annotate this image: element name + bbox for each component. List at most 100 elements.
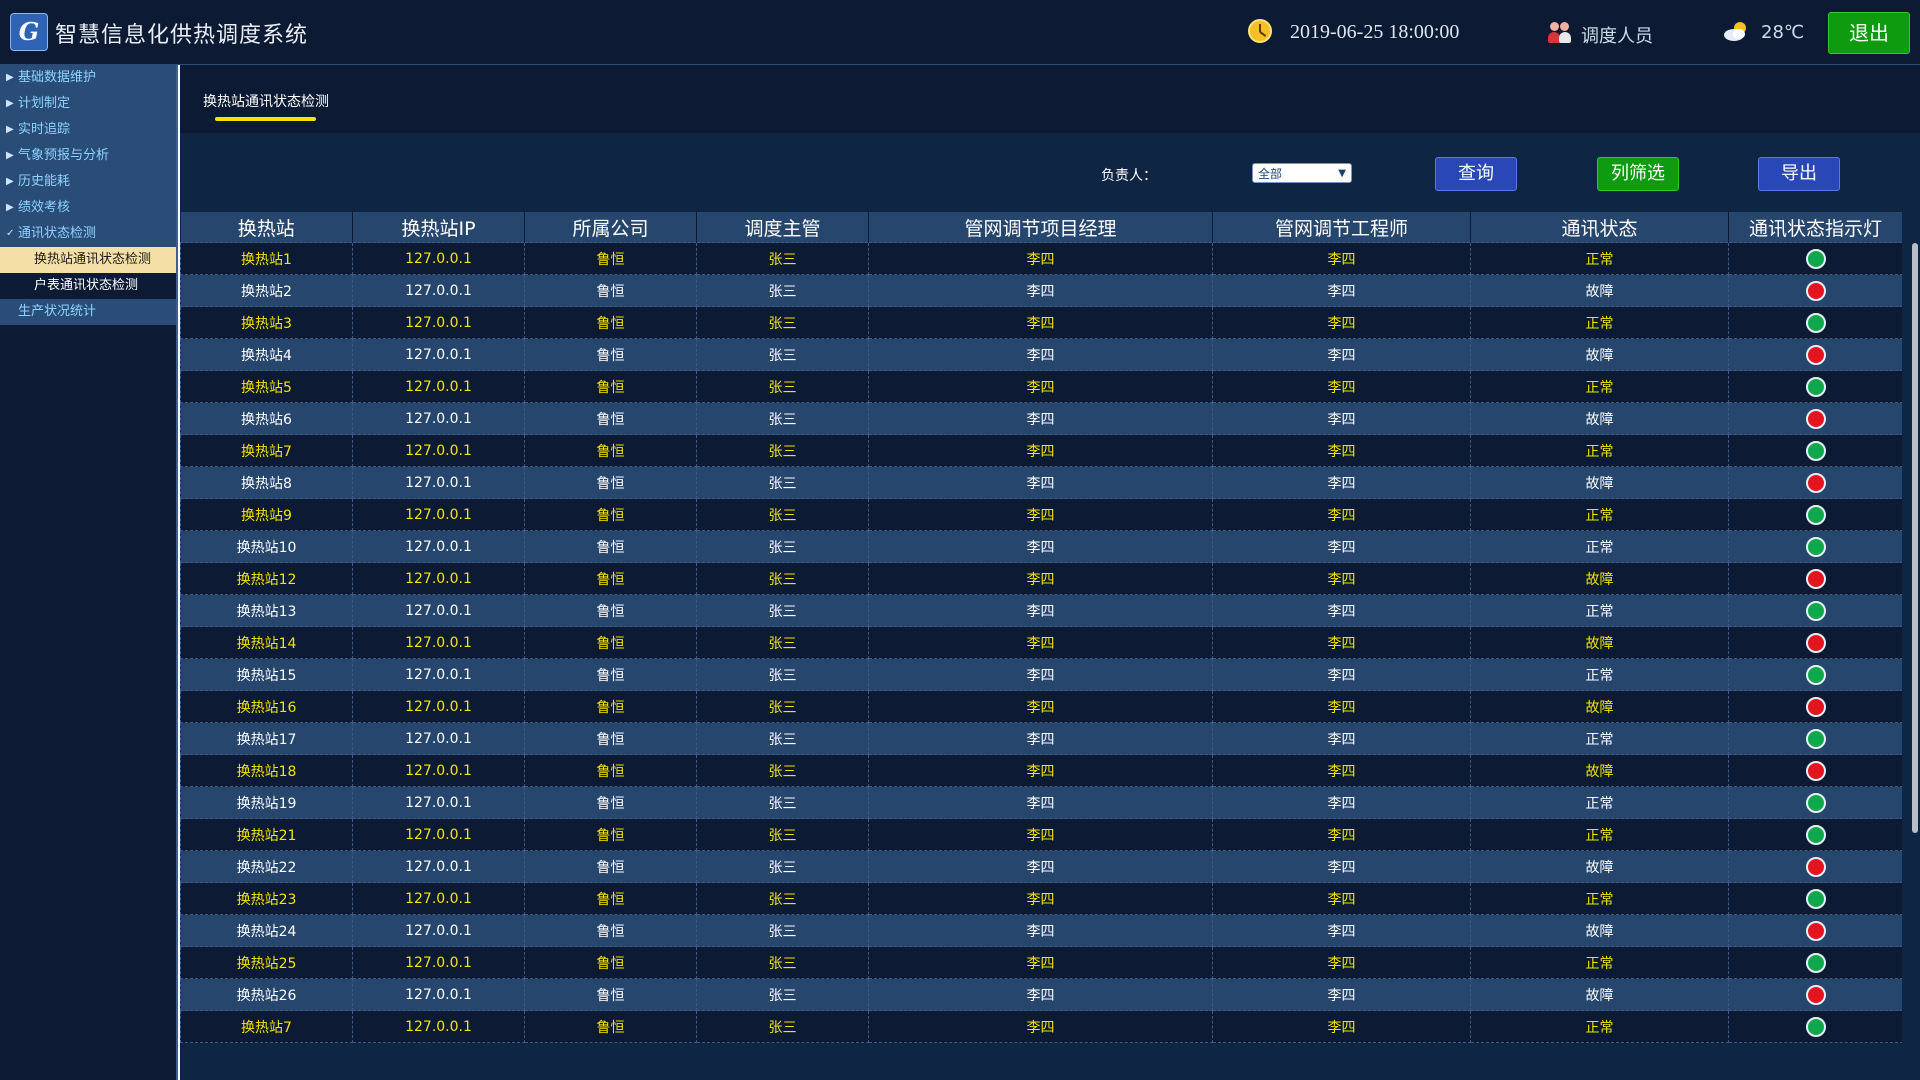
table-row[interactable]: 换热站8 127.0.0.1 鲁恒 张三 李四 李四 故障 (180, 466, 1902, 499)
table-row[interactable]: 换热站14 127.0.0.1 鲁恒 张三 李四 李四 故障 (180, 626, 1902, 659)
cell-supervisor: 张三 (696, 402, 869, 435)
cell-engineer: 李四 (1212, 466, 1471, 499)
column-header[interactable]: 换热站 (180, 212, 353, 243)
table-row[interactable]: 换热站21 127.0.0.1 鲁恒 张三 李四 李四 正常 (180, 818, 1902, 851)
table-row[interactable]: 换热站19 127.0.0.1 鲁恒 张三 李四 李四 正常 (180, 786, 1902, 819)
table-row[interactable]: 换热站1 127.0.0.1 鲁恒 张三 李四 李四 正常 (180, 242, 1902, 275)
cell-station: 换热站21 (180, 818, 353, 851)
table-row[interactable]: 换热站10 127.0.0.1 鲁恒 张三 李四 李四 正常 (180, 530, 1902, 563)
cell-company: 鲁恒 (524, 978, 697, 1011)
table-row[interactable]: 换热站9 127.0.0.1 鲁恒 张三 李四 李四 正常 (180, 498, 1902, 531)
sidebar-item-production-stats[interactable]: 生产状况统计 (0, 299, 176, 325)
cell-status-light (1728, 434, 1902, 467)
cell-ip: 127.0.0.1 (352, 242, 525, 275)
sidebar-item-comm-status[interactable]: ✓ 通讯状态检测 (0, 221, 176, 247)
logout-button[interactable]: 退出 (1828, 12, 1910, 54)
table-row[interactable]: 换热站7 127.0.0.1 鲁恒 张三 李四 李四 正常 (180, 434, 1902, 467)
cell-company: 鲁恒 (524, 882, 697, 915)
table-row[interactable]: 换热站3 127.0.0.1 鲁恒 张三 李四 李四 正常 (180, 306, 1902, 339)
cell-status-light (1728, 978, 1902, 1011)
cell-ip: 127.0.0.1 (352, 466, 525, 499)
column-filter-button[interactable]: 列筛选 (1597, 157, 1679, 191)
cell-status: 正常 (1470, 498, 1729, 531)
table-row[interactable]: 换热站7 127.0.0.1 鲁恒 张三 李四 李四 正常 (180, 1010, 1902, 1043)
cell-ip: 127.0.0.1 (352, 402, 525, 435)
status-light-green-icon (1805, 312, 1826, 333)
table-row[interactable]: 换热站15 127.0.0.1 鲁恒 张三 李四 李四 正常 (180, 658, 1902, 691)
cell-engineer: 李四 (1212, 274, 1471, 307)
cell-company: 鲁恒 (524, 946, 697, 979)
column-header[interactable]: 通讯状态指示灯 (1728, 212, 1902, 243)
cell-engineer: 李四 (1212, 242, 1471, 275)
table-row[interactable]: 换热站13 127.0.0.1 鲁恒 张三 李四 李四 正常 (180, 594, 1902, 627)
cell-engineer: 李四 (1212, 434, 1471, 467)
cell-supervisor: 张三 (696, 818, 869, 851)
column-header[interactable]: 通讯状态 (1470, 212, 1729, 243)
table-row[interactable]: 换热站17 127.0.0.1 鲁恒 张三 李四 李四 正常 (180, 722, 1902, 755)
table-row[interactable]: 换热站22 127.0.0.1 鲁恒 张三 李四 李四 故障 (180, 850, 1902, 883)
cell-manager: 李四 (868, 306, 1213, 339)
cell-supervisor: 张三 (696, 722, 869, 755)
column-header[interactable]: 换热站IP (352, 212, 525, 243)
owner-filter-select[interactable]: 全部 ▼ (1252, 163, 1352, 183)
status-light-green-icon (1805, 1016, 1826, 1037)
chevron-right-icon: ▶ (6, 176, 14, 187)
sidebar-subitem-meter-comm[interactable]: 户表通讯状态检测 (0, 273, 176, 299)
chevron-down-icon: ▼ (1338, 168, 1346, 179)
table-row[interactable]: 换热站23 127.0.0.1 鲁恒 张三 李四 李四 正常 (180, 882, 1902, 915)
sidebar-item-plan[interactable]: ▶ 计划制定 (0, 91, 176, 117)
tab-station-comm-status[interactable]: 换热站通讯状态检测 (203, 91, 329, 111)
cell-ip: 127.0.0.1 (352, 530, 525, 563)
cell-manager: 李四 (868, 402, 1213, 435)
sidebar: ▶ 基础数据维护 ▶ 计划制定 ▶ 实时追踪 ▶ 气象预报与分析 ▶ 历史能耗 … (0, 65, 178, 1080)
query-button[interactable]: 查询 (1435, 157, 1517, 191)
cell-ip: 127.0.0.1 (352, 562, 525, 595)
sidebar-subitem-station-comm[interactable]: 换热站通讯状态检测 (0, 247, 176, 273)
cell-company: 鲁恒 (524, 1010, 697, 1043)
sidebar-item-performance[interactable]: ▶ 绩效考核 (0, 195, 176, 221)
cell-status: 故障 (1470, 914, 1729, 947)
column-header[interactable]: 调度主管 (696, 212, 869, 243)
table-row[interactable]: 换热站5 127.0.0.1 鲁恒 张三 李四 李四 正常 (180, 370, 1902, 403)
app-logo: G (10, 13, 48, 51)
cell-ip: 127.0.0.1 (352, 754, 525, 787)
cell-company: 鲁恒 (524, 818, 697, 851)
sidebar-item-basic-data[interactable]: ▶ 基础数据维护 (0, 65, 176, 91)
active-tab-indicator (215, 117, 316, 121)
table-row[interactable]: 换热站25 127.0.0.1 鲁恒 张三 李四 李四 正常 (180, 946, 1902, 979)
cell-engineer: 李四 (1212, 818, 1471, 851)
table-row[interactable]: 换热站12 127.0.0.1 鲁恒 张三 李四 李四 故障 (180, 562, 1902, 595)
table-row[interactable]: 换热站18 127.0.0.1 鲁恒 张三 李四 李四 故障 (180, 754, 1902, 787)
table-row[interactable]: 换热站24 127.0.0.1 鲁恒 张三 李四 李四 故障 (180, 914, 1902, 947)
table-row[interactable]: 换热站26 127.0.0.1 鲁恒 张三 李四 李四 故障 (180, 978, 1902, 1011)
column-header[interactable]: 管网调节工程师 (1212, 212, 1471, 243)
column-header[interactable]: 管网调节项目经理 (868, 212, 1213, 243)
datetime-display: 2019-06-25 18:00:00 (1290, 21, 1460, 43)
sidebar-item-realtime[interactable]: ▶ 实时追踪 (0, 117, 176, 143)
cell-manager: 李四 (868, 818, 1213, 851)
cell-status-light (1728, 242, 1902, 275)
export-button[interactable]: 导出 (1758, 157, 1840, 191)
status-light-red-icon (1805, 632, 1826, 653)
sidebar-item-history-energy[interactable]: ▶ 历史能耗 (0, 169, 176, 195)
cell-supervisor: 张三 (696, 658, 869, 691)
table-row[interactable]: 换热站4 127.0.0.1 鲁恒 张三 李四 李四 故障 (180, 338, 1902, 371)
cell-status: 正常 (1470, 658, 1729, 691)
table-row[interactable]: 换热站16 127.0.0.1 鲁恒 张三 李四 李四 故障 (180, 690, 1902, 723)
cell-status-light (1728, 818, 1902, 851)
cell-status: 故障 (1470, 338, 1729, 371)
sidebar-item-weather[interactable]: ▶ 气象预报与分析 (0, 143, 176, 169)
cell-supervisor: 张三 (696, 274, 869, 307)
table-scrollbar[interactable] (1912, 243, 1918, 833)
user-role-label: 调度人员 (1581, 26, 1653, 47)
column-header[interactable]: 所属公司 (524, 212, 697, 243)
cell-engineer: 李四 (1212, 402, 1471, 435)
cell-ip: 127.0.0.1 (352, 818, 525, 851)
cell-company: 鲁恒 (524, 370, 697, 403)
table-row[interactable]: 换热站6 127.0.0.1 鲁恒 张三 李四 李四 故障 (180, 402, 1902, 435)
cell-engineer: 李四 (1212, 946, 1471, 979)
cell-manager: 李四 (868, 562, 1213, 595)
cell-engineer: 李四 (1212, 978, 1471, 1011)
table-row[interactable]: 换热站2 127.0.0.1 鲁恒 张三 李四 李四 故障 (180, 274, 1902, 307)
cell-station: 换热站10 (180, 530, 353, 563)
